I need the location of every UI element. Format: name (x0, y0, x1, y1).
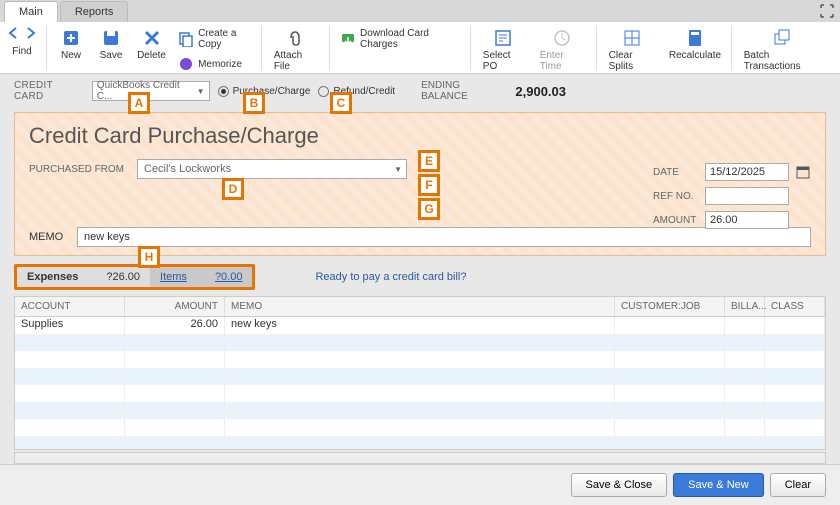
memorize-icon (178, 56, 194, 72)
purchased-from-select[interactable]: Cecil's Lockworks (137, 159, 407, 179)
save-close-button[interactable]: Save & Close (571, 473, 668, 497)
amount-label: AMOUNT (653, 215, 699, 226)
recalculate-button[interactable]: Recalculate (667, 26, 723, 63)
tab-main[interactable]: Main (4, 1, 58, 22)
download-icon (340, 31, 356, 47)
ending-balance-label: ENDING BALANCE (421, 80, 507, 102)
annotation-f: F (418, 174, 440, 196)
save-new-button[interactable]: Save & New (673, 473, 764, 497)
annotation-a: A (128, 92, 150, 114)
date-label: DATE (653, 167, 699, 178)
clear-button[interactable]: Clear (770, 473, 826, 497)
radio-unchecked-icon (318, 86, 329, 97)
subtabs-row: Expenses ?26.00 Items ?0.00 Ready to pay… (14, 264, 826, 290)
check-title: Credit Card Purchase/Charge (29, 123, 811, 149)
refno-label: REF NO. (653, 191, 699, 202)
radio-checked-icon (218, 86, 229, 97)
table-row[interactable] (15, 334, 825, 351)
create-copy-button[interactable]: Create a Copy (176, 26, 253, 52)
col-class[interactable]: CLASS (765, 297, 825, 316)
back-arrow-icon[interactable] (7, 26, 21, 43)
tab-reports[interactable]: Reports (60, 1, 129, 22)
attach-file-button[interactable]: Attach File (270, 26, 321, 74)
table-row[interactable] (15, 436, 825, 450)
col-billable[interactable]: BILLA... (725, 297, 765, 316)
credit-card-label: CREDIT CARD (14, 80, 84, 102)
annotation-h: H (138, 246, 160, 268)
annotation-g: G (418, 198, 440, 220)
toolbar: Find New Save Delete Create a Copy (0, 22, 840, 74)
memo-input[interactable]: new keys (77, 227, 811, 247)
memorize-button[interactable]: Memorize (176, 54, 253, 74)
credit-card-select[interactable]: QuickBooks Credit C... (92, 81, 210, 101)
memo-label: MEMO (29, 231, 69, 243)
ending-balance-value: 2,900.03 (515, 84, 566, 99)
table-row[interactable] (15, 385, 825, 402)
clock-icon (552, 28, 572, 48)
amount-input[interactable]: 26.00 (705, 211, 789, 229)
delete-button[interactable]: Delete (135, 26, 168, 63)
clear-splits-icon (622, 28, 642, 48)
expenses-tab[interactable]: Expenses ?26.00 (17, 267, 150, 287)
horizontal-scrollbar[interactable] (14, 452, 826, 464)
items-tab[interactable]: Items ?0.00 (150, 267, 252, 287)
col-amount[interactable]: AMOUNT (125, 297, 225, 316)
annotation-d: D (222, 178, 244, 200)
batch-transactions-button[interactable]: Batch Transactions (740, 26, 826, 74)
col-account[interactable]: ACCOUNT (15, 297, 125, 316)
window-tabs: Main Reports (0, 0, 840, 22)
copy-icon (178, 31, 194, 47)
annotation-b: B (243, 92, 265, 114)
clear-splits-button[interactable]: Clear Splits (605, 26, 660, 74)
credit-card-bar: CREDIT CARD QuickBooks Credit C... Purch… (0, 74, 840, 108)
forward-arrow-icon[interactable] (23, 26, 37, 43)
table-row[interactable] (15, 351, 825, 368)
paperclip-icon (285, 28, 305, 48)
save-icon (101, 28, 121, 48)
table-row[interactable] (15, 419, 825, 436)
batch-icon (773, 28, 793, 48)
refno-input[interactable] (705, 187, 789, 205)
recalculate-icon (685, 28, 705, 48)
table-row[interactable]: Supplies26.00new keys (15, 317, 825, 334)
new-button[interactable]: New (55, 26, 87, 63)
annotation-e: E (418, 150, 440, 172)
calendar-icon[interactable] (795, 164, 811, 180)
download-charges-button[interactable]: Download Card Charges (338, 26, 462, 52)
enter-time-button[interactable]: Enter Time (536, 26, 588, 74)
ready-to-pay-link[interactable]: Ready to pay a credit card bill? (315, 271, 466, 283)
new-icon (61, 28, 81, 48)
col-customer[interactable]: CUSTOMER:JOB (615, 297, 725, 316)
purchased-from-label: PURCHASED FROM (29, 164, 129, 175)
select-po-button[interactable]: Select PO (479, 26, 528, 74)
date-input[interactable]: 15/12/2025 (705, 163, 789, 181)
annotation-c: C (330, 92, 352, 114)
table-row[interactable] (15, 368, 825, 385)
find-button[interactable]: Find (6, 44, 38, 59)
col-memo[interactable]: MEMO (225, 297, 615, 316)
table-row[interactable] (15, 402, 825, 419)
po-icon (493, 28, 513, 48)
footer-buttons: Save & Close Save & New Clear (0, 464, 840, 505)
delete-icon (142, 28, 162, 48)
save-button[interactable]: Save (95, 26, 127, 63)
expenses-grid: ACCOUNT AMOUNT MEMO CUSTOMER:JOB BILLA..… (14, 296, 826, 450)
maximize-icon[interactable] (820, 4, 834, 18)
